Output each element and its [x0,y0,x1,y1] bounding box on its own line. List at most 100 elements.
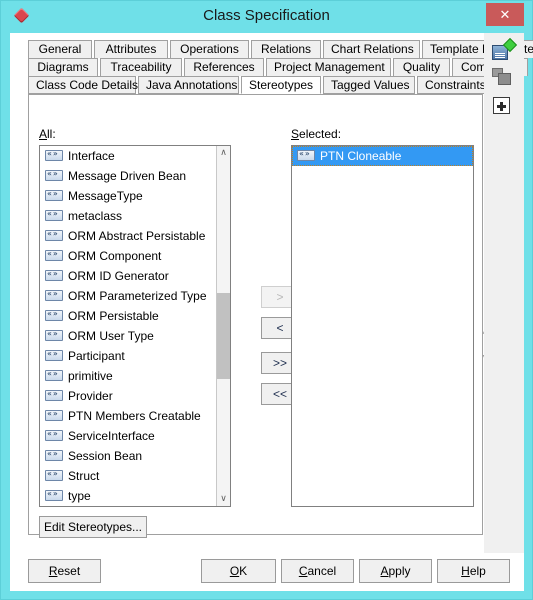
dialog-button-bar: Reset OK Cancel Apply Help [10,550,524,591]
list-item[interactable]: metaclass [40,206,216,226]
apply-button[interactable]: Apply [359,559,432,583]
copy-icon[interactable] [492,67,514,89]
list-item[interactable]: PTN Cloneable [292,146,473,166]
list-item[interactable]: Interface [40,146,216,166]
list-item-label: MessageType [68,189,143,203]
tab-constraints[interactable]: Constraints [417,76,493,94]
ok-accel: O [229,564,240,578]
list-item-label: primitive [68,369,113,383]
list-item-label: Message Driven Bean [68,169,187,183]
edit-stereotypes-button[interactable]: Edit Stereotypes... [39,516,147,538]
title-bar[interactable]: Class Specification ✕ [1,1,532,33]
tab-operations[interactable]: Operations [170,40,249,58]
tab-references[interactable]: References [184,58,264,76]
list-item-label: PTN Cloneable [320,149,402,163]
selected-label: Selected: [291,127,341,141]
list-item-label: ORM Parameterized Type [68,289,207,303]
tab-diagrams[interactable]: Diagrams [28,58,98,76]
stereotypes-tab-page: All: Selected: Interface Message Driven B… [28,94,493,538]
list-item[interactable]: ServiceInterface [40,426,216,446]
list-item[interactable]: type [40,486,216,506]
ok-rest: K [239,564,248,578]
list-item[interactable]: ORM Abstract Persistable [40,226,216,246]
add-icon[interactable] [492,95,514,117]
tab-tagged-values[interactable]: Tagged Values [323,76,415,94]
list-item[interactable]: PTN Members Creatable [40,406,216,426]
list-item[interactable]: Session Bean [40,446,216,466]
selected-list-items[interactable]: PTN Cloneable [292,146,473,506]
new-chart-icon[interactable] [492,37,518,63]
tab-general[interactable]: General [28,40,92,58]
stereotype-icon [45,468,63,481]
list-item[interactable]: ORM Parameterized Type [40,286,216,306]
list-item-label: PTN Members Creatable [68,409,201,423]
list-item[interactable]: ORM ID Generator [40,266,216,286]
ok-button[interactable]: OK [201,559,276,583]
tab-stereotypes[interactable]: Stereotypes [241,76,321,94]
reset-button[interactable]: Reset [28,559,101,583]
all-stereotypes-list[interactable]: Interface Message Driven Bean MessageType m… [39,145,231,507]
list-item-label: ORM Abstract Persistable [68,229,206,243]
tab-row-1: General Attributes Operations Relations Char… [28,40,533,58]
cancel-rest: ancel [307,564,337,578]
stereotype-icon [45,368,63,381]
apply-rest: pply [388,564,411,578]
apply-accel: A [380,564,389,578]
list-item[interactable]: ORM Component [40,246,216,266]
stereotype-icon [45,268,63,281]
tab-strip: General Attributes Operations Relations Char… [28,40,533,94]
list-item[interactable]: primitive [40,366,216,386]
list-item[interactable]: Struct [40,466,216,486]
tab-quality[interactable]: Quality [393,58,450,76]
stereotype-icon [45,408,63,421]
stereotype-icon [45,308,63,321]
stereotype-icon [45,228,63,241]
list-item-label: ServiceInterface [68,429,155,443]
dialog-body: General Attributes Operations Relations Char… [10,33,533,591]
all-list-scrollbar[interactable]: ∧ ∨ [216,146,230,506]
list-item-label: ORM Component [68,249,162,263]
all-list-items[interactable]: Interface Message Driven Bean MessageType m… [40,146,216,506]
scrollbar-thumb[interactable] [217,293,230,379]
list-item[interactable]: Provider [40,386,216,406]
list-item[interactable]: ORM User Type [40,326,216,346]
stereotype-icon [45,448,63,461]
stereotype-icon [45,348,63,361]
scroll-up-icon[interactable]: ∧ [217,146,230,160]
help-button[interactable]: Help [437,559,510,583]
side-icon-strip [484,33,524,553]
list-item-label: metaclass [68,209,123,223]
tab-traceability[interactable]: Traceability [100,58,182,76]
stereotype-icon [45,148,63,161]
tab-class-code-details[interactable]: Class Code Details [28,76,138,94]
stereotype-icon [45,428,63,441]
stereotype-icon [45,388,63,401]
tab-chart-relations[interactable]: Chart Relations [323,40,420,58]
tab-project-management[interactable]: Project Management [266,58,391,76]
tab-java-annotations[interactable]: Java Annotations [138,76,239,94]
list-item[interactable]: Participant [40,346,216,366]
list-item[interactable]: ORM Persistable [40,306,216,326]
stereotype-icon [45,168,63,181]
list-item-label: type [68,489,91,503]
list-item-label: Session Bean [68,449,143,463]
scroll-down-icon[interactable]: ∨ [217,492,230,506]
all-label-accel: A [39,127,48,141]
selected-label-rest: elected: [299,127,342,141]
list-item-label: Provider [68,389,113,403]
all-label: All: [39,127,56,141]
tab-relations[interactable]: Relations [251,40,321,58]
help-accel: H [461,564,470,578]
cancel-button[interactable]: Cancel [281,559,354,583]
help-rest: elp [469,564,486,578]
close-icon[interactable]: ✕ [486,3,524,26]
list-item[interactable]: Message Driven Bean [40,166,216,186]
all-label-rest: ll: [47,127,56,141]
list-item[interactable]: MessageType [40,186,216,206]
tab-attributes[interactable]: Attributes [94,40,168,58]
list-item-label: ORM User Type [68,329,154,343]
selected-stereotypes-list[interactable]: PTN Cloneable [291,145,474,507]
stereotype-icon [297,148,315,161]
selected-label-accel: S [291,127,300,141]
stereotype-icon [45,328,63,341]
